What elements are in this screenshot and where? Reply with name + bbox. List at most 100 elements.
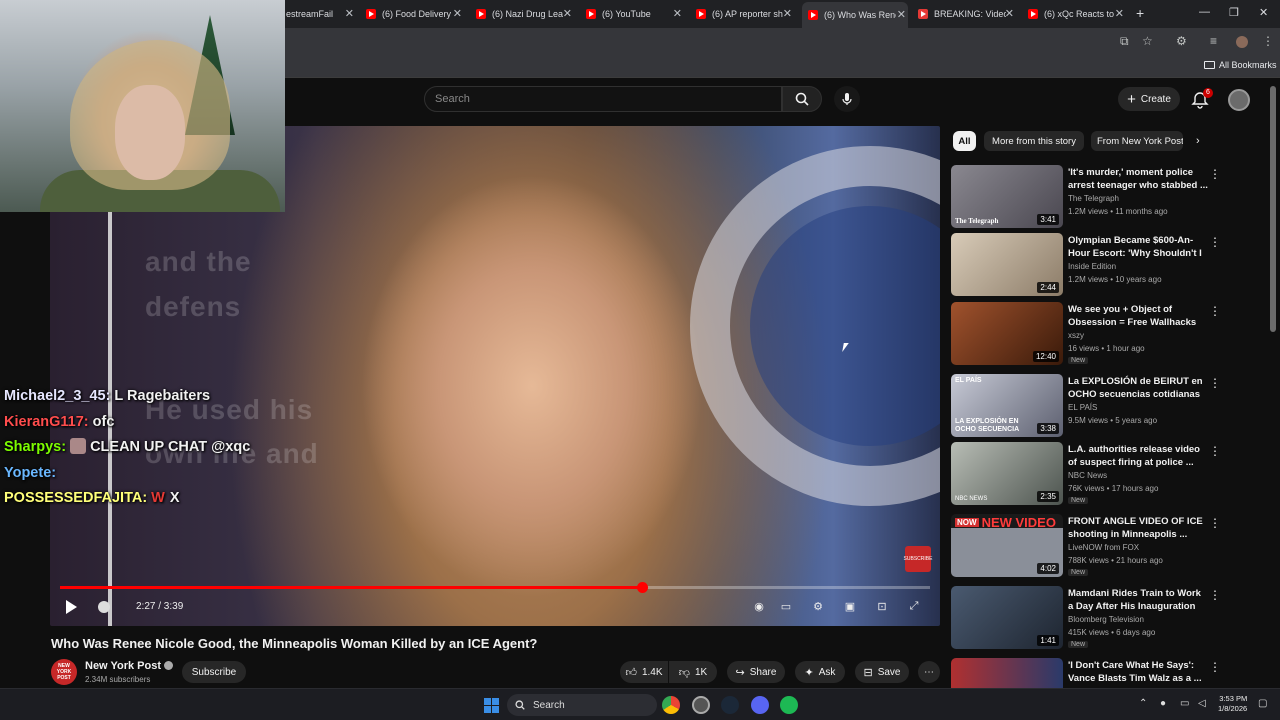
more-vertical-icon[interactable]: ⋮ (1209, 376, 1221, 390)
tray-mic-icon[interactable]: ● (1160, 698, 1166, 709)
more-actions-button[interactable]: ⋯ (918, 661, 940, 683)
more-vertical-icon[interactable]: ⋮ (1209, 167, 1221, 181)
captions-icon[interactable]: ▭ (777, 598, 795, 614)
chrome-menu-icon[interactable]: ⋮ (1262, 34, 1274, 48)
recommendation-item[interactable]: 2:44 Olympian Became $600-An-Hour Escort… (951, 233, 1256, 297)
search-input[interactable]: Search (424, 86, 782, 112)
thumbnail[interactable]: 2:44 (951, 233, 1063, 296)
subscribe-button[interactable]: Subscribe (182, 661, 246, 683)
channel-name[interactable]: New York Post (85, 660, 174, 672)
dislike-button[interactable]: 👎︎ 1K (669, 661, 717, 683)
settings-icon[interactable]: ⚙ (809, 598, 827, 614)
page-scrollbar[interactable] (1270, 86, 1276, 332)
bookmark-star-icon[interactable]: ☆ (1142, 34, 1153, 48)
recommendation-channel[interactable]: Inside Edition (1068, 262, 1116, 271)
recommendation-title[interactable]: We see you + Object of Obsession = Free … (1068, 303, 1208, 330)
recommendation-title[interactable]: La EXPLOSIÓN de BEIRUT en OCHO secuencia… (1068, 375, 1208, 401)
chip-from-new-york-post[interactable]: From New York Post (1091, 131, 1183, 151)
browser-tab[interactable]: (6) YouTube ✕ (586, 4, 684, 24)
chip-more-from-this-story[interactable]: More from this story (984, 131, 1084, 151)
tab-close-icon[interactable]: ✕ (563, 7, 572, 20)
browser-tab[interactable]: estreamFail ✕ (286, 4, 356, 24)
recommendation-title[interactable]: Mamdani Rides Train to Work a Day After … (1068, 587, 1208, 613)
like-button[interactable]: 👍︎ 1.4K (620, 661, 668, 683)
recommendation-channel[interactable]: xszy (1068, 331, 1084, 340)
cast-icon[interactable]: ⊡ (873, 598, 891, 614)
more-vertical-icon[interactable]: ⋮ (1209, 304, 1221, 318)
progress-scrubber[interactable] (637, 582, 649, 593)
taskbar-clock[interactable]: 3:53 PM 1/8/2026 (1218, 694, 1247, 714)
recommendation-channel[interactable]: LiveNOW from FOX (1068, 543, 1139, 552)
recommendation-channel[interactable]: EL PAÍS (1068, 403, 1097, 412)
save-button[interactable]: ⊟ Save (855, 661, 909, 683)
chrome-app-icon[interactable] (662, 696, 680, 714)
recommendation-item[interactable]: 1:41 Mamdani Rides Train to Work a Day A… (951, 586, 1256, 650)
tab-search-icon[interactable]: ≡ (1210, 34, 1217, 48)
share-button[interactable]: ↪ Share (727, 661, 785, 683)
all-bookmarks-button[interactable]: All Bookmarks (1204, 60, 1277, 70)
thumbnail[interactable]: NBC NEWS 2:35 (951, 442, 1063, 505)
chip-all[interactable]: All (953, 131, 976, 151)
more-vertical-icon[interactable]: ⋮ (1209, 588, 1221, 602)
recommendation-channel[interactable]: The Telegraph (1068, 194, 1119, 203)
ask-button[interactable]: ✦ Ask (795, 661, 845, 683)
tray-chevron-icon[interactable]: ⌃ (1139, 698, 1147, 709)
recommendation-title[interactable]: 'It's murder,' moment police arrest teen… (1068, 166, 1208, 192)
thumbnail[interactable]: 1:41 (951, 586, 1063, 649)
recommendation-title[interactable]: 'I Don't Care What He Says': Vance Blast… (1068, 659, 1208, 685)
tab-close-icon[interactable]: ✕ (345, 7, 354, 20)
subscribe-watermark[interactable]: SUBSCRIBE (904, 546, 932, 572)
browser-tab[interactable]: (6) AP reporter sh ✕ (696, 4, 794, 24)
more-vertical-icon[interactable]: ⋮ (1209, 444, 1221, 458)
play-icon[interactable] (66, 600, 77, 614)
tab-close-icon[interactable]: ✕ (1005, 7, 1014, 20)
recommendation-channel[interactable]: NBC News (1068, 471, 1107, 480)
autoplay-toggle-icon[interactable]: ◉ (750, 598, 768, 614)
tray-volume-icon[interactable]: ◁ (1198, 698, 1206, 709)
recommendation-item[interactable]: NBC NEWS 2:35 L.A. authorities release v… (951, 442, 1256, 506)
notification-center-icon[interactable]: ▢ (1258, 698, 1267, 709)
chevron-right-icon[interactable]: › (1196, 135, 1200, 147)
channel-avatar[interactable]: NEW YORK POST (51, 659, 77, 685)
new-tab-icon[interactable]: + (1136, 5, 1144, 21)
minimize-icon[interactable]: — (1199, 6, 1210, 18)
search-button[interactable] (782, 86, 822, 112)
volume-icon[interactable] (98, 601, 110, 613)
recommendation-item[interactable]: EL PAÍS LA EXPLOSIÓN EN OCHO SECUENCIA 3… (951, 374, 1256, 438)
create-button[interactable]: + Create (1118, 87, 1180, 111)
tab-close-icon[interactable]: ✕ (897, 8, 906, 21)
restore-icon[interactable]: ❐ (1229, 6, 1239, 19)
tray-monitor-icon[interactable]: ▭ (1180, 698, 1189, 709)
profile-avatar-icon[interactable] (1236, 36, 1248, 48)
discord-app-icon[interactable] (751, 696, 769, 714)
recommendation-channel[interactable]: Bloomberg Television (1068, 615, 1144, 624)
thumbnail[interactable]: EL PAÍS LA EXPLOSIÓN EN OCHO SECUENCIA 3… (951, 374, 1063, 437)
obs-app-icon[interactable] (692, 696, 710, 714)
taskbar-search[interactable]: Search (507, 694, 657, 716)
recommendation-item[interactable]: 'I Don't Care What He Says': Vance Blast… (951, 658, 1256, 688)
recommendation-item[interactable]: 12:40 We see you + Object of Obsession =… (951, 302, 1256, 366)
extensions-icon[interactable]: ⚙ (1176, 34, 1187, 48)
thumbnail[interactable]: 12:40 (951, 302, 1063, 365)
voice-search-button[interactable] (834, 86, 860, 112)
window-close-icon[interactable]: ✕ (1259, 6, 1268, 19)
tab-close-icon[interactable]: ✕ (783, 7, 792, 20)
spotify-app-icon[interactable] (780, 696, 798, 714)
recommendation-title[interactable]: FRONT ANGLE VIDEO OF ICE shooting in Min… (1068, 515, 1208, 541)
browser-tab[interactable]: (6) Nazi Drug Lea ✕ (476, 4, 574, 24)
more-vertical-icon[interactable]: ⋮ (1209, 235, 1221, 249)
thumbnail[interactable]: The Telegraph 3:41 (951, 165, 1063, 228)
thumbnail[interactable]: NOW NEW VIDEO 4:02 (951, 514, 1063, 577)
recommendation-item[interactable]: The Telegraph 3:41 'It's murder,' moment… (951, 165, 1256, 229)
tab-close-icon[interactable]: ✕ (1115, 7, 1124, 20)
more-vertical-icon[interactable]: ⋮ (1209, 660, 1221, 674)
windows-start-icon[interactable] (484, 698, 499, 713)
tab-close-icon[interactable]: ✕ (453, 7, 462, 20)
browser-tab[interactable]: (6) xQc Reacts to ✕ (1028, 4, 1126, 24)
recommendation-title[interactable]: Olympian Became $600-An-Hour Escort: 'Wh… (1068, 234, 1208, 261)
recommendation-title[interactable]: L.A. authorities release video of suspec… (1068, 443, 1208, 469)
recommendation-item[interactable]: NOW NEW VIDEO 4:02 FRONT ANGLE VIDEO OF I… (951, 514, 1256, 578)
miniplayer-icon[interactable]: ▣ (841, 598, 859, 614)
progress-bar[interactable] (60, 582, 930, 593)
more-vertical-icon[interactable]: ⋮ (1209, 516, 1221, 530)
